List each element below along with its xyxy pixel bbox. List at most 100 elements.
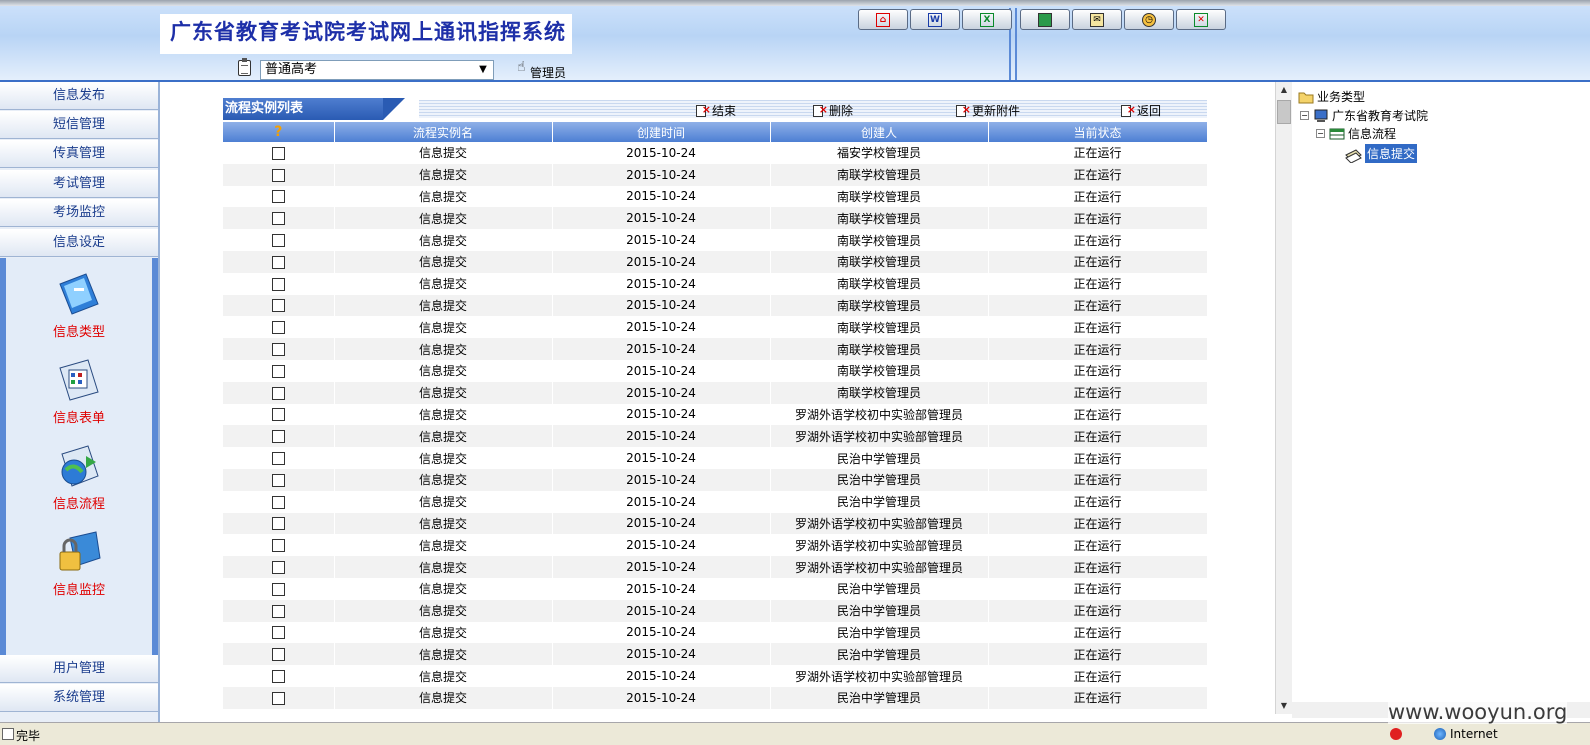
- back-button[interactable]: 返回: [1121, 102, 1161, 119]
- table-row[interactable]: 信息提交 2015-10-24 民治中学管理员 正在运行: [223, 643, 1208, 666]
- nav-item-monitor[interactable]: 考场监控: [0, 199, 158, 227]
- row-checkbox[interactable]: [271, 212, 285, 226]
- table-row[interactable]: 信息提交 2015-10-24 南联学校管理员 正在运行: [223, 229, 1208, 251]
- cell-created-time: 2015-10-24: [552, 163, 771, 186]
- exit-button[interactable]: ✕: [1176, 9, 1226, 30]
- table-row[interactable]: 信息提交 2015-10-24 罗湖外语学校初中实验部管理员 正在运行: [223, 534, 1208, 557]
- tree-node-root[interactable]: 业务类型: [1298, 88, 1365, 105]
- row-checkbox[interactable]: [271, 255, 285, 269]
- table-row[interactable]: 信息提交 2015-10-24 南联学校管理员 正在运行: [223, 381, 1208, 404]
- column-header-name[interactable]: 流程实例名: [334, 122, 553, 142]
- table-row[interactable]: 信息提交 2015-10-24 南联学校管理员 正在运行: [223, 250, 1208, 273]
- cell-status: 正在运行: [988, 512, 1208, 535]
- table-row[interactable]: 信息提交 2015-10-24 民治中学管理员 正在运行: [223, 468, 1208, 491]
- table-row[interactable]: 信息提交 2015-10-24 民治中学管理员 正在运行: [223, 577, 1208, 600]
- table-row[interactable]: 信息提交 2015-10-24 罗湖外语学校初中实验部管理员 正在运行: [223, 665, 1208, 687]
- home-button[interactable]: ⌂: [858, 9, 908, 30]
- word-button[interactable]: W: [910, 9, 960, 30]
- nav-item-fax[interactable]: 传真管理: [0, 140, 158, 168]
- row-checkbox[interactable]: [271, 582, 285, 596]
- update-attachment-button[interactable]: 更新附件: [956, 102, 1020, 119]
- cell-instance-name: 信息提交: [334, 294, 553, 317]
- delete-button[interactable]: 删除: [813, 102, 853, 119]
- panel-item-info-type[interactable]: 信息类型: [6, 270, 152, 340]
- row-checkbox[interactable]: [271, 670, 285, 684]
- tree-node-org[interactable]: − 广东省教育考试院: [1300, 107, 1428, 124]
- table-row[interactable]: 信息提交 2015-10-24 民治中学管理员 正在运行: [223, 686, 1208, 709]
- row-checkbox[interactable]: [271, 561, 285, 575]
- chevron-down-icon[interactable]: ▼: [476, 63, 490, 77]
- table-row[interactable]: 信息提交 2015-10-24 罗湖外语学校初中实验部管理员 正在运行: [223, 403, 1208, 426]
- exam-type-select[interactable]: 普通高考 ▼: [260, 60, 494, 80]
- row-checkbox[interactable]: [271, 408, 285, 422]
- end-button[interactable]: 结束: [696, 102, 736, 119]
- row-checkbox[interactable]: [271, 146, 285, 160]
- table-row[interactable]: 信息提交 2015-10-24 南联学校管理员 正在运行: [223, 316, 1208, 339]
- row-checkbox[interactable]: [271, 430, 285, 444]
- tree-node-flow[interactable]: − 信息流程: [1316, 125, 1396, 142]
- popup-blocked-icon[interactable]: [1390, 728, 1402, 740]
- nav-item-sms[interactable]: 短信管理: [0, 111, 158, 139]
- table-row[interactable]: 信息提交 2015-10-24 民治中学管理员 正在运行: [223, 447, 1208, 469]
- excel-button[interactable]: X: [962, 9, 1012, 30]
- clock-button[interactable]: ◷: [1124, 9, 1174, 30]
- scroll-thumb[interactable]: [1277, 100, 1291, 124]
- collapse-icon[interactable]: −: [1316, 129, 1325, 138]
- table-row[interactable]: 信息提交 2015-10-24 罗湖外语学校初中实验部管理员 正在运行: [223, 512, 1208, 535]
- column-header-creator[interactable]: 创建人: [770, 122, 989, 142]
- row-checkbox[interactable]: [271, 539, 285, 553]
- mail-icon: ✉: [1090, 12, 1104, 27]
- panel-item-info-monitor[interactable]: 信息监控: [6, 528, 152, 598]
- tree-node-info-submit[interactable]: 信息提交: [1344, 144, 1418, 164]
- table-row[interactable]: 信息提交 2015-10-24 南联学校管理员 正在运行: [223, 163, 1208, 186]
- row-checkbox[interactable]: [271, 343, 285, 357]
- row-checkbox[interactable]: [271, 321, 285, 335]
- column-header-time[interactable]: 创建时间: [552, 122, 771, 142]
- row-checkbox[interactable]: [271, 277, 285, 291]
- row-checkbox[interactable]: [271, 691, 285, 705]
- row-checkbox[interactable]: [271, 604, 285, 618]
- nav-item-info-publish[interactable]: 信息发布: [0, 82, 158, 110]
- collapse-icon[interactable]: −: [1300, 111, 1309, 120]
- cell-instance-name: 信息提交: [334, 599, 553, 622]
- table-row[interactable]: 信息提交 2015-10-24 民治中学管理员 正在运行: [223, 599, 1208, 622]
- row-checkbox[interactable]: [271, 364, 285, 378]
- row-checkbox[interactable]: [271, 190, 285, 204]
- row-checkbox[interactable]: [271, 299, 285, 313]
- table-row[interactable]: 信息提交 2015-10-24 南联学校管理员 正在运行: [223, 272, 1208, 295]
- table-row[interactable]: 信息提交 2015-10-24 罗湖外语学校初中实验部管理员 正在运行: [223, 556, 1208, 578]
- row-checkbox[interactable]: [271, 386, 285, 400]
- scroll-up-icon[interactable]: ▲: [1276, 82, 1292, 98]
- table-row[interactable]: 信息提交 2015-10-24 福安学校管理员 正在运行: [223, 142, 1208, 164]
- vertical-scrollbar[interactable]: ▲ ▼: [1275, 82, 1292, 714]
- table-row[interactable]: 信息提交 2015-10-24 罗湖外语学校初中实验部管理员 正在运行: [223, 425, 1208, 448]
- nav-item-exam[interactable]: 考试管理: [0, 170, 158, 198]
- nav-item-settings[interactable]: 信息设定: [0, 229, 158, 257]
- panel-item-info-form[interactable]: 信息表单: [6, 356, 152, 426]
- row-checkbox[interactable]: [271, 473, 285, 487]
- row-checkbox[interactable]: [271, 452, 285, 466]
- table-row[interactable]: 信息提交 2015-10-24 南联学校管理员 正在运行: [223, 207, 1208, 230]
- book-button[interactable]: [1020, 9, 1070, 30]
- nav-item-system[interactable]: 系统管理: [0, 684, 158, 712]
- row-checkbox[interactable]: [271, 517, 285, 531]
- header-topline: [0, 0, 1590, 6]
- row-checkbox[interactable]: [271, 495, 285, 509]
- cell-instance-name: 信息提交: [334, 665, 553, 687]
- column-header-status[interactable]: 当前状态: [988, 122, 1208, 142]
- mail-button[interactable]: ✉: [1072, 9, 1122, 30]
- nav-item-users[interactable]: 用户管理: [0, 655, 158, 683]
- table-row[interactable]: 信息提交 2015-10-24 南联学校管理员 正在运行: [223, 294, 1208, 317]
- row-checkbox[interactable]: [271, 648, 285, 662]
- row-checkbox[interactable]: [271, 234, 285, 248]
- row-checkbox[interactable]: [271, 168, 285, 182]
- column-header-select[interactable]: ?: [223, 122, 335, 142]
- table-row[interactable]: 信息提交 2015-10-24 南联学校管理员 正在运行: [223, 338, 1208, 360]
- table-row[interactable]: 信息提交 2015-10-24 民治中学管理员 正在运行: [223, 490, 1208, 513]
- panel-item-info-flow[interactable]: 信息流程: [6, 442, 152, 512]
- table-row[interactable]: 信息提交 2015-10-24 民治中学管理员 正在运行: [223, 621, 1208, 644]
- scroll-down-icon[interactable]: ▼: [1276, 698, 1292, 714]
- row-checkbox[interactable]: [271, 626, 285, 640]
- table-row[interactable]: 信息提交 2015-10-24 南联学校管理员 正在运行: [223, 359, 1208, 382]
- table-row[interactable]: 信息提交 2015-10-24 南联学校管理员 正在运行: [223, 185, 1208, 208]
